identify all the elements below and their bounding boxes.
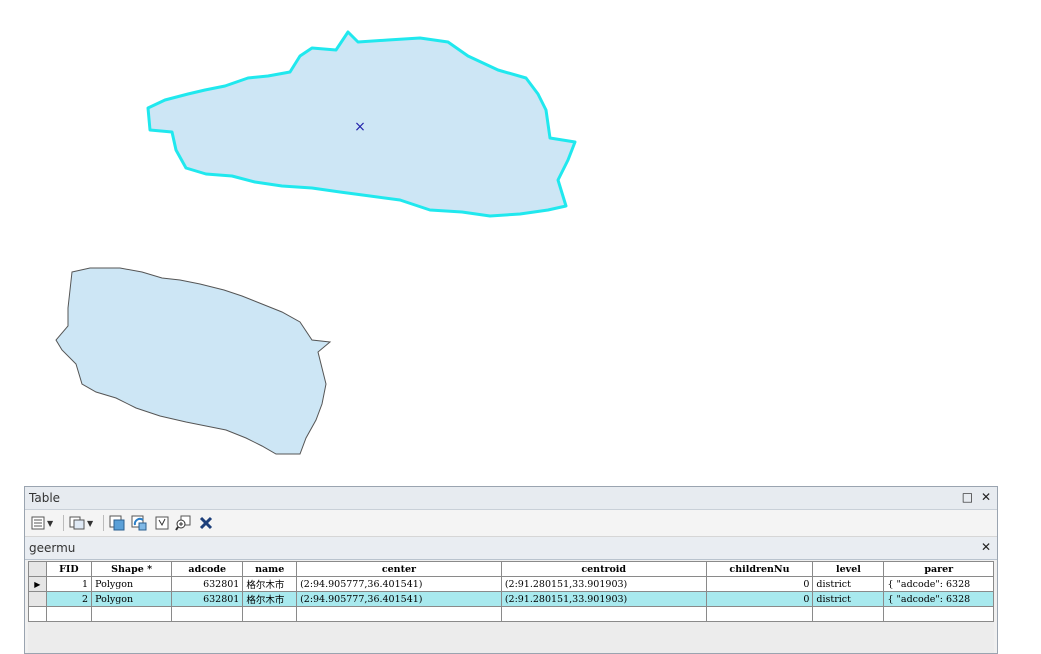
empty-cell[interactable]	[171, 606, 244, 622]
map-view[interactable]: ×	[0, 0, 1041, 486]
restore-icon[interactable]: □	[962, 490, 973, 504]
cell-center[interactable]: (2:94.905777,36.401541)	[296, 576, 502, 592]
cell-level[interactable]: district	[812, 576, 885, 592]
column-header-parent[interactable]: parer	[883, 561, 994, 577]
cell-shape[interactable]: Polygon	[91, 591, 173, 607]
zoom-to-selected-icon[interactable]	[175, 515, 191, 531]
table-options-icon[interactable]: ▼	[31, 515, 53, 531]
column-header-centroid[interactable]: centroid	[500, 561, 707, 577]
cell-adcode[interactable]: 632801	[171, 591, 244, 607]
clear-selection-icon[interactable]	[155, 515, 169, 531]
cell-childrennu[interactable]: 0	[705, 591, 814, 607]
polygon-feature[interactable]	[55, 267, 332, 455]
current-row-icon: ▶	[34, 579, 41, 589]
center-marker: ×	[354, 119, 366, 135]
table-row[interactable]: 2 Polygon 632801 格尔木市 (2:94.905777,36.40…	[28, 591, 994, 607]
empty-cell[interactable]	[296, 606, 502, 622]
column-header-level[interactable]: level	[812, 561, 885, 577]
cell-centroid[interactable]: (2:91.280151,33.901903)	[500, 591, 707, 607]
column-header-adcode[interactable]: adcode	[171, 561, 244, 577]
cell-parent[interactable]: { "adcode": 6328	[883, 591, 994, 607]
close-icon[interactable]: ✕	[981, 490, 991, 504]
empty-cell[interactable]	[242, 606, 298, 622]
empty-cell[interactable]	[705, 606, 814, 622]
attribute-grid[interactable]: FID Shape * adcode name center centroid …	[28, 561, 994, 653]
empty-cell[interactable]	[812, 606, 885, 622]
select-by-attributes-icon[interactable]	[109, 515, 125, 531]
cell-fid[interactable]: 1	[45, 576, 93, 592]
table-window-title: Table	[29, 491, 61, 505]
corner-cell	[28, 561, 47, 577]
grid-header-row: FID Shape * adcode name center centroid …	[28, 561, 994, 577]
column-header-shape[interactable]: Shape *	[91, 561, 173, 577]
delete-selected-icon[interactable]	[199, 515, 213, 531]
cell-centroid[interactable]: (2:91.280151,33.901903)	[500, 576, 707, 592]
empty-cell[interactable]	[45, 606, 93, 622]
related-tables-icon[interactable]: ▼	[69, 515, 93, 531]
cell-name[interactable]: 格尔木市	[242, 576, 298, 592]
cell-center[interactable]: (2:94.905777,36.401541)	[296, 591, 502, 607]
cell-name[interactable]: 格尔木市	[242, 591, 298, 607]
row-selector[interactable]: ▶	[28, 576, 47, 592]
cell-childrennu[interactable]: 0	[705, 576, 814, 592]
table-toolbar: ▼ ▼	[25, 510, 997, 537]
table-window: Table □ ✕ ▼ ▼ geermu ✕ FID Shape * adcod…	[24, 486, 998, 654]
column-header-fid[interactable]: FID	[45, 561, 93, 577]
switch-selection-icon[interactable]	[131, 515, 147, 531]
table-row[interactable]: ▶ 1 Polygon 632801 格尔木市 (2:94.905777,36.…	[28, 576, 994, 592]
table-titlebar: Table □ ✕	[25, 487, 997, 510]
cell-level[interactable]: district	[812, 591, 885, 607]
tab-close-icon[interactable]: ✕	[981, 540, 991, 554]
table-tab[interactable]: geermu ✕	[25, 537, 997, 560]
cell-parent[interactable]: { "adcode": 6328	[883, 576, 994, 592]
column-header-center[interactable]: center	[296, 561, 502, 577]
new-row[interactable]	[28, 606, 994, 622]
cell-shape[interactable]: Polygon	[91, 576, 173, 592]
cell-fid[interactable]: 2	[45, 591, 93, 607]
empty-cell[interactable]	[91, 606, 173, 622]
row-selector[interactable]	[28, 591, 47, 607]
column-header-name[interactable]: name	[242, 561, 298, 577]
empty-cell[interactable]	[500, 606, 707, 622]
cell-adcode[interactable]: 632801	[171, 576, 244, 592]
row-selector[interactable]	[28, 606, 47, 622]
table-tab-label: geermu	[29, 541, 76, 555]
column-header-childrennu[interactable]: childrenNu	[705, 561, 814, 577]
empty-cell[interactable]	[883, 606, 994, 622]
